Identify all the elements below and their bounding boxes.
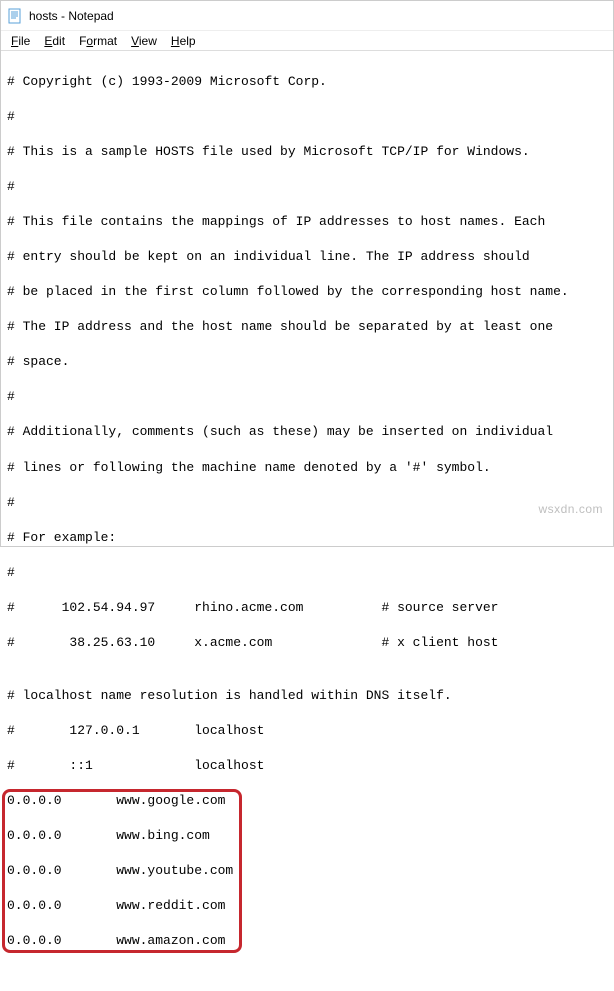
text-line: 0.0.0.0 www.bing.com (7, 827, 607, 845)
text-line: # 102.54.94.97 rhino.acme.com # source s… (7, 599, 607, 617)
text-line: # This is a sample HOSTS file used by Mi… (7, 143, 607, 161)
text-line: # (7, 108, 607, 126)
menubar: File Edit Format View Help (1, 31, 613, 51)
text-line: 0.0.0.0 www.youtube.com (7, 862, 607, 880)
text-line: # lines or following the machine name de… (7, 459, 607, 477)
text-line: # (7, 564, 607, 582)
editor-area[interactable]: # Copyright (c) 1993-2009 Microsoft Corp… (1, 51, 613, 991)
text-line: # (7, 494, 607, 512)
text-line: # The IP address and the host name shoul… (7, 318, 607, 336)
text-line: # Copyright (c) 1993-2009 Microsoft Corp… (7, 73, 607, 91)
text-line: # 38.25.63.10 x.acme.com # x client host (7, 634, 607, 652)
window-title: hosts - Notepad (29, 9, 114, 23)
menu-edit[interactable]: Edit (38, 33, 71, 49)
text-line: 0.0.0.0 www.amazon.com (7, 932, 607, 950)
text-line: # ::1 localhost (7, 757, 607, 775)
text-line: # space. (7, 353, 607, 371)
text-line: # (7, 178, 607, 196)
menu-view[interactable]: View (125, 33, 163, 49)
text-line: # be placed in the first column followed… (7, 283, 607, 301)
text-line: # entry should be kept on an individual … (7, 248, 607, 266)
menu-format[interactable]: Format (73, 33, 123, 49)
window-titlebar: hosts - Notepad (1, 1, 613, 31)
watermark-text: wsxdn.com (538, 502, 603, 516)
text-line: # localhost name resolution is handled w… (7, 687, 607, 705)
notepad-icon (7, 8, 23, 24)
text-line: 0.0.0.0 www.reddit.com (7, 897, 607, 915)
text-line: # 127.0.0.1 localhost (7, 722, 607, 740)
menu-help[interactable]: Help (165, 33, 202, 49)
text-line: # For example: (7, 529, 607, 547)
text-line: 0.0.0.0 www.google.com (7, 792, 607, 810)
text-line: # This file contains the mappings of IP … (7, 213, 607, 231)
text-line: # Additionally, comments (such as these)… (7, 423, 607, 441)
text-line: # (7, 388, 607, 406)
menu-file[interactable]: File (5, 33, 36, 49)
